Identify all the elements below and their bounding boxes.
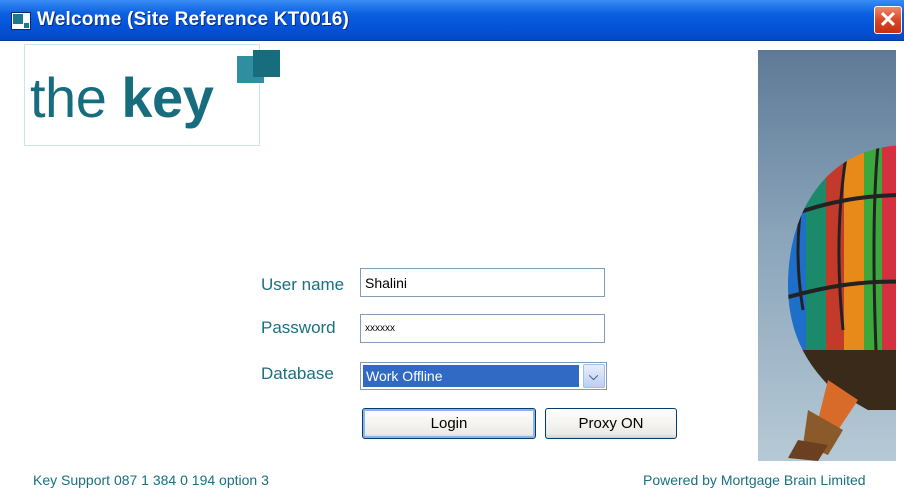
hot-air-balloon-image	[758, 50, 896, 461]
logo-word-key: key	[121, 66, 214, 129]
support-text: Key Support 087 1 384 0 194 option 3	[33, 472, 269, 488]
proxy-button[interactable]: Proxy ON	[545, 408, 677, 439]
powered-by-text: Powered by Mortgage Brain Limited	[643, 472, 866, 488]
username-input[interactable]	[360, 268, 605, 297]
login-button[interactable]: Login	[362, 408, 536, 439]
password-label: Password	[261, 318, 336, 337]
window-title: Welcome (Site Reference KT0016)	[37, 9, 350, 30]
database-selected-value: Work Offline	[363, 365, 579, 387]
database-select[interactable]: Work Offline ⌵	[360, 362, 607, 390]
password-input[interactable]	[360, 314, 605, 343]
dropdown-button[interactable]: ⌵	[583, 364, 605, 388]
username-label: User name	[261, 275, 345, 294]
app-icon	[11, 12, 31, 30]
logo: the key	[30, 66, 214, 130]
logo-square-dark	[253, 50, 280, 77]
logo-word-the: the	[30, 66, 122, 129]
database-label: Database	[261, 364, 334, 383]
close-button[interactable]: ✕	[874, 6, 902, 34]
title-bar[interactable]: Welcome (Site Reference KT0016) ✕	[0, 0, 904, 41]
chevron-down-icon: ⌵	[589, 369, 599, 383]
